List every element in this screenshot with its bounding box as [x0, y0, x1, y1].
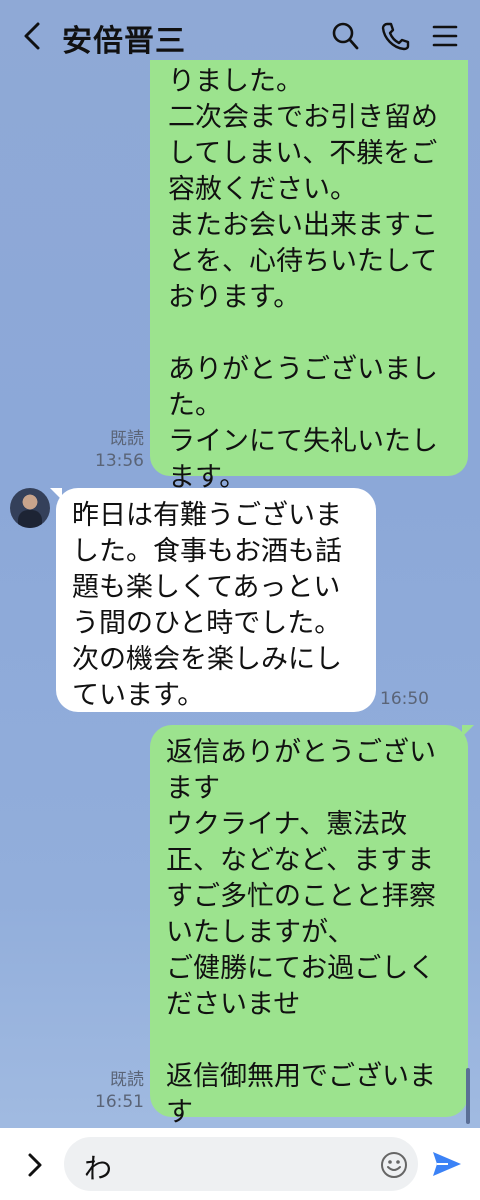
message-time: 16:50: [380, 689, 429, 709]
phone-icon[interactable]: [380, 20, 410, 52]
message-meta: 既読 16:51: [90, 1069, 144, 1113]
emoji-icon[interactable]: [380, 1151, 408, 1179]
message-meta: 既読 13:56: [90, 428, 144, 472]
message-time: 13:56: [95, 451, 144, 471]
received-message-bubble[interactable]: 昨日は有難うございま した。食事もお酒も話 題も楽しくてあっとい う間のひと時で…: [50, 488, 376, 712]
search-icon[interactable]: [330, 20, 360, 52]
contact-avatar[interactable]: [10, 488, 50, 528]
sent-message-bubble[interactable]: 返信ありがとうござい ます ウクライナ、憲法改 正、などなど、ますま すご多忙の…: [150, 725, 474, 1128]
back-chevron-icon[interactable]: [18, 20, 48, 52]
message-time: 16:51: [95, 1092, 144, 1112]
chat-title: 安倍晋三: [62, 24, 186, 59]
read-receipt: 既読: [110, 1070, 144, 1090]
sent-message-bubble[interactable]: りました。 二次会までお引き留め してしまい、不躾をご 容赦ください。 またお会…: [150, 60, 468, 493]
message-input-field[interactable]: わ: [64, 1137, 418, 1191]
message-input-bar: わ: [0, 1128, 480, 1200]
chevron-right-icon[interactable]: [22, 1150, 48, 1180]
read-receipt: 既読: [110, 429, 144, 449]
menu-icon[interactable]: [430, 20, 460, 52]
message-input-text[interactable]: わ: [84, 1147, 112, 1187]
scrollbar[interactable]: [466, 1068, 470, 1124]
send-icon[interactable]: [430, 1148, 464, 1180]
